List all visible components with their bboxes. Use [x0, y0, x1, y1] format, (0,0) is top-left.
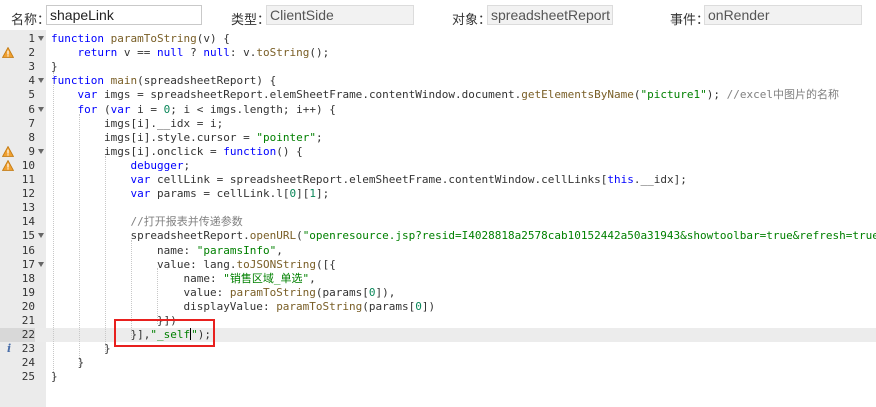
code-text[interactable]: imgs[i].style.cursor = "pointer"; [51, 131, 323, 145]
code-line[interactable]: 1 function paramToString(v) { [0, 32, 876, 46]
type-label: 类型： [231, 13, 271, 28]
code-text[interactable]: imgs[i].__idx = i; [51, 117, 223, 131]
line-number[interactable]: 5 [0, 88, 35, 102]
code-line[interactable]: 3} [0, 60, 876, 74]
warning-triangle-icon [2, 47, 14, 58]
code-text[interactable]: } [51, 370, 58, 384]
code-text[interactable]: value: paramToString(params[0]), [51, 286, 395, 300]
code-text[interactable]: function main(spreadsheetReport) { [51, 74, 276, 88]
object-label: 对象： [452, 13, 492, 28]
code-text[interactable]: var cellLink = spreadsheetReport.elemShe… [51, 173, 686, 187]
code-line[interactable]: 24 } [0, 356, 876, 370]
code-line[interactable]: 9 imgs[i].onclick = function() { [0, 145, 876, 159]
indent-guide [105, 156, 106, 352]
line-number[interactable]: 22 [0, 328, 35, 343]
line-number[interactable]: 25 [0, 370, 35, 384]
line-number[interactable]: 21 [0, 314, 35, 328]
name-input[interactable]: shapeLink [46, 5, 202, 25]
line-number[interactable]: 7 [0, 117, 35, 131]
code-line[interactable]: 6 for (var i = 0; i < imgs.length; i++) … [0, 103, 876, 117]
line-number[interactable]: 8 [0, 131, 35, 145]
code-text[interactable]: displayValue: paramToString(params[0]) [51, 300, 435, 314]
script-properties-bar: 名称： shapeLink 类型： ClientSide 对象： spreads… [0, 0, 876, 30]
code-text[interactable]: return v == null ? null: v.toString(); [51, 46, 330, 60]
fold-arrow-icon[interactable] [38, 106, 44, 112]
code-text[interactable]: imgs[i].onclick = function() { [51, 145, 303, 159]
code-text[interactable]: } [51, 342, 111, 356]
line-number[interactable]: 3 [0, 60, 35, 74]
fold-arrow-icon[interactable] [38, 36, 44, 41]
line-number[interactable]: 6 [0, 103, 35, 117]
code-text[interactable]: for (var i = 0; i < imgs.length; i++) { [51, 103, 336, 117]
code-line[interactable]: 2 return v == null ? null: v.toString(); [0, 46, 876, 60]
line-number[interactable]: 17 [0, 258, 35, 272]
warning-triangle-icon [2, 159, 14, 171]
code-line[interactable]: 5 var imgs = spreadsheetReport.elemSheet… [0, 88, 876, 102]
code-text[interactable]: var params = cellLink.l[0][1]; [51, 187, 329, 201]
code-text[interactable]: name: "销售区域_单选", [51, 272, 315, 286]
line-number[interactable]: 13 [0, 201, 35, 215]
code-text[interactable]: debugger; [51, 159, 190, 173]
indent-guide [79, 114, 80, 366]
fold-arrow-icon[interactable] [38, 261, 44, 267]
code-line[interactable]: 14 //打开报表并传递参数 [0, 215, 876, 229]
line-number[interactable]: 20 [0, 300, 35, 314]
code-text[interactable]: name: "paramsInfo", [51, 244, 283, 258]
code-line[interactable]: 10 debugger; [0, 159, 876, 173]
code-line[interactable]: 25} [0, 370, 876, 384]
highlight-box [114, 319, 215, 347]
line-number[interactable]: 4 [0, 74, 35, 88]
name-label: 名称： [11, 13, 51, 28]
code-line[interactable]: 7 imgs[i].__idx = i; [0, 117, 876, 131]
line-number[interactable]: 16 [0, 244, 35, 258]
code-line[interactable]: 11 var cellLink = spreadsheetReport.elem… [0, 173, 876, 187]
code-line[interactable]: 12 var params = cellLink.l[0][1]; [0, 187, 876, 201]
indent-guide [157, 268, 158, 324]
line-number[interactable]: 24 [0, 356, 35, 370]
code-line[interactable]: 13 [0, 201, 876, 215]
code-editor[interactable]: 1 function paramToString(v) {2 return v =… [0, 30, 876, 407]
line-number[interactable]: 15 [0, 229, 35, 243]
line-number[interactable]: 18 [0, 272, 35, 286]
object-field: spreadsheetReport [487, 5, 613, 25]
info-icon: i [7, 342, 12, 356]
indent-guide [53, 72, 54, 380]
code-line[interactable]: 8 imgs[i].style.cursor = "pointer"; [0, 131, 876, 145]
code-text[interactable]: value: lang.toJSONString([{ [51, 258, 336, 272]
code-text[interactable]: var imgs = spreadsheetReport.elemSheetFr… [51, 88, 839, 102]
line-number[interactable]: 23 [0, 342, 35, 356]
code-text[interactable]: spreadsheetReport.openURL("openresource.… [51, 229, 876, 243]
line-number[interactable]: 1 [0, 32, 35, 46]
fold-arrow-icon[interactable] [38, 78, 44, 84]
code-line[interactable]: 4 function main(spreadsheetReport) { [0, 74, 876, 88]
type-field: ClientSide [266, 5, 414, 25]
warning-triangle-icon [2, 145, 14, 157]
line-number[interactable]: 19 [0, 286, 35, 300]
fold-arrow-icon[interactable] [38, 233, 44, 239]
code-text[interactable]: } [51, 60, 58, 74]
line-number[interactable]: 14 [0, 215, 35, 229]
event-field: onRender [704, 5, 862, 25]
line-number[interactable]: 12 [0, 187, 35, 201]
line-number[interactable]: 11 [0, 173, 35, 187]
code-text[interactable]: function paramToString(v) { [51, 32, 230, 46]
fold-arrow-icon[interactable] [38, 148, 44, 154]
